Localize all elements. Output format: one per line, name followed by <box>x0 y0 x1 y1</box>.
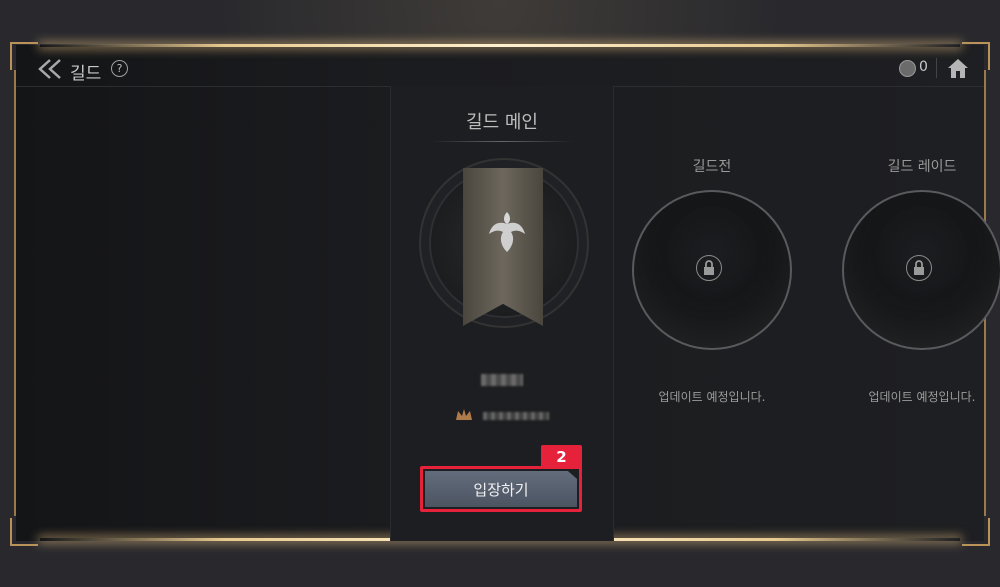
frame-corner <box>10 518 38 546</box>
guild-raid-title: 길드 레이드 <box>887 159 957 175</box>
frame-left <box>14 70 16 516</box>
enter-button[interactable]: 입장하기 <box>425 471 577 507</box>
home-icon[interactable] <box>946 56 970 80</box>
guild-raid-desc: 업데이트 예정입니다. <box>868 390 976 404</box>
title-divider <box>431 141 573 142</box>
frame-corner <box>962 518 990 546</box>
phoenix-emblem-icon <box>489 212 525 252</box>
currency-count: 0 <box>919 59 928 75</box>
guild-leader-blurred <box>483 412 549 420</box>
currency-icon <box>899 60 916 77</box>
help-icon[interactable]: ? <box>111 60 128 77</box>
lock-icon <box>906 255 932 281</box>
lock-icon <box>696 255 722 281</box>
game-screen: 길드 ? 0 길드 메인 2 입장하기 길드전 업데이트 예정입니다. 길드 레… <box>0 0 1000 587</box>
enter-button-highlight: 입장하기 <box>420 466 582 512</box>
frame-top-glow <box>40 44 960 47</box>
top-bar: 길드 ? 0 <box>16 52 984 87</box>
guild-war-desc: 업데이트 예정입니다. <box>658 390 766 404</box>
header-separator <box>936 58 937 78</box>
back-icon[interactable] <box>36 58 64 80</box>
crown-icon <box>456 409 472 420</box>
guild-name-blurred <box>481 374 523 386</box>
page-title: 길드 <box>70 64 102 84</box>
guild-war-title: 길드전 <box>692 159 732 175</box>
guild-main-title: 길드 메인 <box>466 112 538 133</box>
